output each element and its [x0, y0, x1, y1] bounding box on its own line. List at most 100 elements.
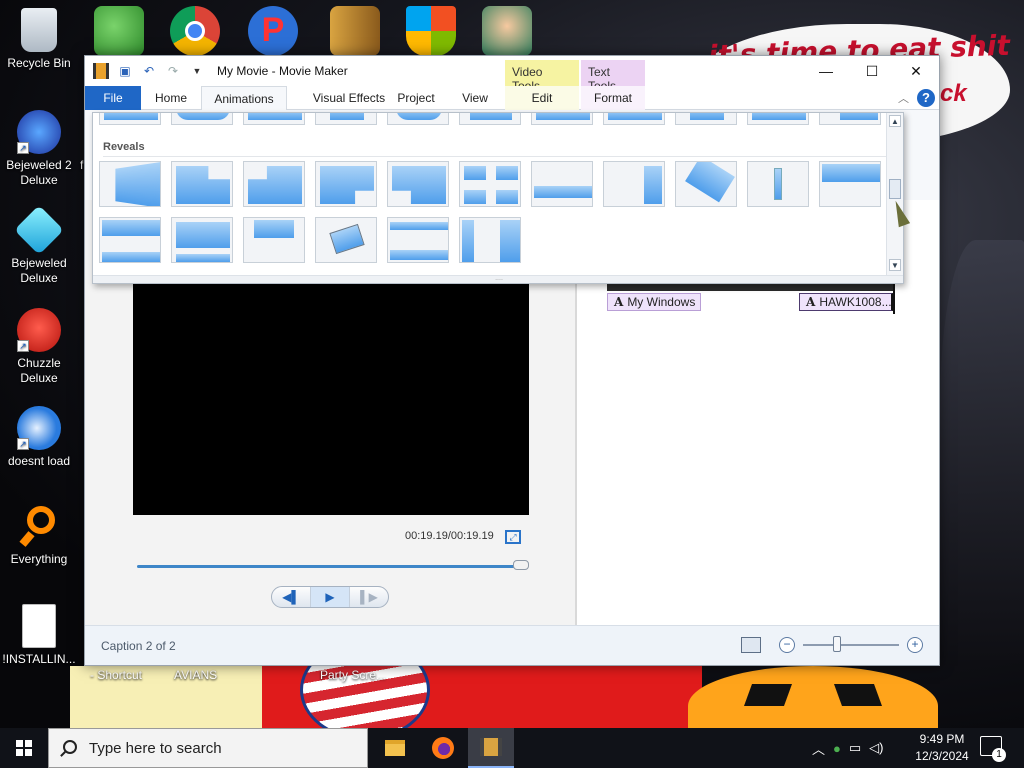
reveal-thumb[interactable]: [171, 161, 233, 207]
caption-clip-1[interactable]: A My Windows: [607, 293, 701, 311]
recycle-bin-desktop-icon[interactable]: Recycle Bin: [1, 8, 77, 71]
transition-thumb[interactable]: [243, 113, 305, 125]
reveal-thumb[interactable]: [99, 217, 161, 263]
reveals-section-header: Reveals: [103, 141, 887, 157]
everything-search-icon: [17, 504, 61, 548]
transition-thumb[interactable]: [819, 113, 881, 125]
taskbar-movie-maker[interactable]: [468, 728, 514, 768]
transition-thumb[interactable]: [315, 113, 377, 125]
gallery-scroll-up-icon[interactable]: ▲: [889, 115, 901, 127]
seek-bar[interactable]: [137, 565, 527, 568]
reveal-thumb[interactable]: [99, 161, 161, 207]
user-status-icon[interactable]: ●: [833, 741, 841, 756]
tab-format[interactable]: Format: [581, 86, 645, 110]
gallery-resize-grip[interactable]: ....: [93, 275, 903, 283]
network-icon[interactable]: ▭: [849, 740, 861, 756]
transition-thumb[interactable]: [603, 113, 665, 125]
reveal-thumb[interactable]: [315, 217, 377, 263]
everything-desktop-icon[interactable]: Everything: [1, 504, 77, 567]
reveal-thumb[interactable]: [531, 161, 593, 207]
caption-clip-2[interactable]: A HAWK1008...: [799, 293, 893, 311]
next-frame-button[interactable]: ▌▶: [350, 587, 388, 607]
volume-icon[interactable]: ◁): [869, 740, 883, 756]
minimize-button[interactable]: —: [803, 56, 849, 86]
text-caption-icon: A: [614, 295, 624, 309]
movie-maker-app-icon[interactable]: [93, 63, 109, 79]
customize-toolbar-chevron-icon[interactable]: ▼: [189, 63, 205, 79]
taskbar-search-box[interactable]: Type here to search: [48, 728, 368, 768]
transition-thumb[interactable]: [675, 113, 737, 125]
tab-project[interactable]: Project: [387, 86, 445, 110]
notification-count-badge: 1: [992, 748, 1006, 762]
reveal-thumb[interactable]: [171, 217, 233, 263]
help-icon[interactable]: ?: [917, 89, 935, 107]
taskbar-firefox[interactable]: [420, 728, 466, 768]
archive-app-icon[interactable]: [330, 6, 380, 56]
wallpaper-tree: [940, 240, 1024, 660]
bejeweled-desktop-icon[interactable]: Bejeweled Deluxe: [1, 205, 77, 286]
gallery-scroll-down-icon[interactable]: ▼: [889, 259, 901, 271]
collapse-ribbon-icon[interactable]: ︿: [898, 90, 909, 106]
reveal-thumb[interactable]: [747, 161, 809, 207]
play-button[interactable]: ▶: [311, 587, 350, 607]
start-button[interactable]: [0, 728, 48, 768]
zoom-slider-thumb[interactable]: [832, 636, 841, 652]
fullscreen-preview-icon[interactable]: ⤢: [505, 530, 521, 544]
tab-animations[interactable]: Animations: [201, 86, 287, 111]
reveal-thumb[interactable]: [675, 161, 737, 207]
transition-thumb[interactable]: [459, 113, 521, 125]
gallery-scroll-thumb[interactable]: [889, 179, 901, 199]
transition-thumb[interactable]: [387, 113, 449, 125]
bejeweled-2-desktop-icon[interactable]: ↗ Bejeweled 2 Deluxe: [1, 110, 77, 188]
reveal-thumb[interactable]: [387, 161, 449, 207]
shield-app-icon[interactable]: [406, 6, 456, 56]
chrome-icon[interactable]: [170, 6, 220, 56]
transition-thumb[interactable]: [171, 113, 233, 125]
recycle-bin-icon: [21, 8, 57, 52]
tab-home[interactable]: Home: [143, 86, 199, 110]
reveal-thumb[interactable]: [603, 161, 665, 207]
previous-frame-button[interactable]: ◀▌: [272, 587, 311, 607]
reveal-thumb[interactable]: [459, 161, 521, 207]
show-hidden-icons-chevron-icon[interactable]: ︿: [812, 739, 825, 758]
pinball-app-icon[interactable]: P: [248, 6, 298, 56]
zoom-slider[interactable]: [803, 644, 899, 646]
video-preview-screen[interactable]: [133, 284, 529, 515]
zoom-in-button[interactable]: +: [907, 637, 923, 653]
close-button[interactable]: ✕: [893, 56, 939, 86]
caption-clip-2-label: HAWK1008...: [819, 295, 892, 309]
tab-edit[interactable]: Edit: [505, 86, 579, 110]
tab-file[interactable]: File: [85, 86, 141, 110]
animations-gallery-dropdown: Reveals ▲ ▼ ....: [92, 112, 904, 284]
reveal-thumb[interactable]: [315, 161, 377, 207]
tab-view[interactable]: View: [451, 86, 499, 110]
zoom-out-button[interactable]: −: [779, 637, 795, 653]
thumbnail-size-icon[interactable]: [741, 637, 761, 653]
maximize-button[interactable]: ☐: [849, 56, 895, 86]
seek-thumb[interactable]: [513, 560, 529, 570]
clip-filmstrip[interactable]: [607, 284, 893, 291]
chuzzle-desktop-icon[interactable]: ↗ Chuzzle Deluxe: [1, 308, 77, 386]
reveal-thumb[interactable]: [819, 161, 881, 207]
reveal-thumb[interactable]: [459, 217, 521, 263]
storyboard-playhead[interactable]: [893, 284, 895, 314]
reveal-thumb[interactable]: [243, 161, 305, 207]
shortcut-label: - Shortcut: [90, 668, 143, 682]
transition-thumb[interactable]: [99, 113, 161, 125]
contacts-app-icon[interactable]: [94, 6, 144, 56]
taskbar-file-explorer[interactable]: [372, 728, 418, 768]
taskbar-clock[interactable]: 9:49 PM 12/3/2024: [912, 731, 972, 765]
gallery-scrollbar[interactable]: ▲ ▼: [886, 113, 903, 277]
reveal-thumb[interactable]: [387, 217, 449, 263]
search-placeholder: Type here to search: [89, 740, 222, 757]
clock-date: 12/3/2024: [915, 749, 969, 763]
undo-icon[interactable]: ↶: [141, 63, 157, 79]
reveal-thumb[interactable]: [243, 217, 305, 263]
thunderbird-desktop-icon[interactable]: ↗ doesnt load: [1, 406, 77, 469]
transition-thumb[interactable]: [747, 113, 809, 125]
transition-thumb[interactable]: [531, 113, 593, 125]
installing-desktop-icon[interactable]: !INSTALLIN...: [1, 604, 77, 667]
redo-icon[interactable]: ↷: [165, 63, 181, 79]
save-icon[interactable]: ▣: [117, 63, 133, 79]
game-character-icon[interactable]: [482, 6, 532, 56]
